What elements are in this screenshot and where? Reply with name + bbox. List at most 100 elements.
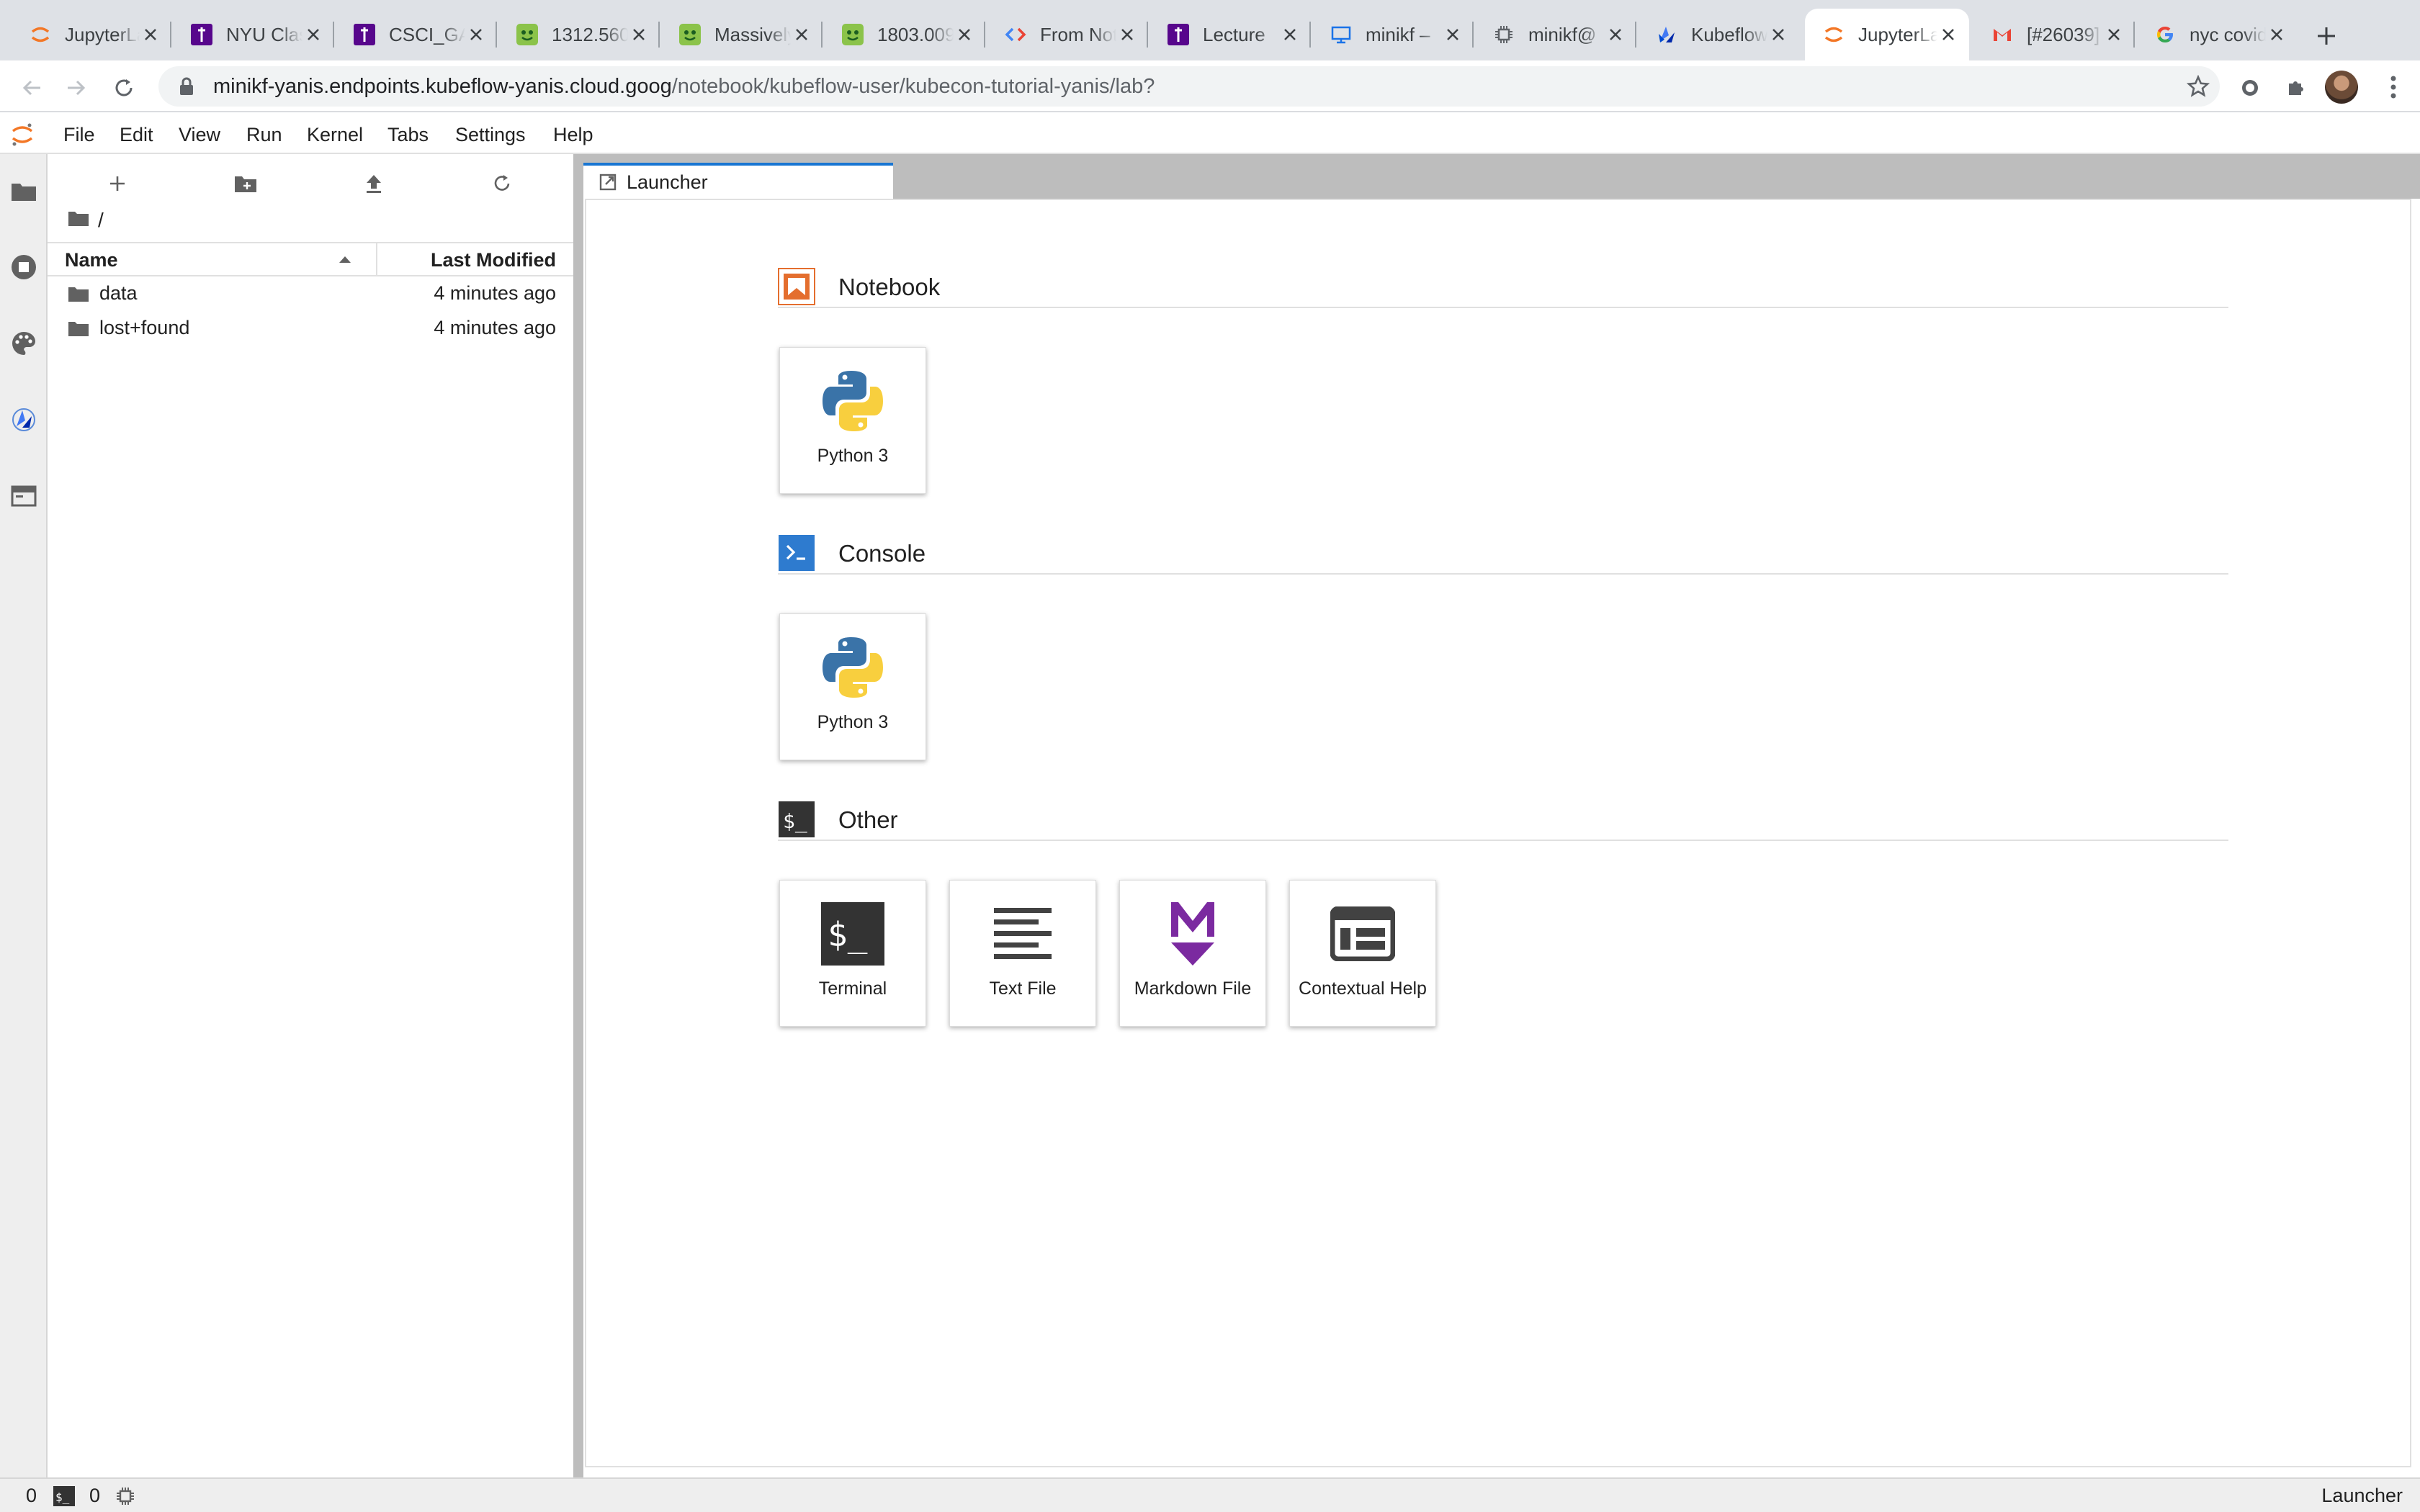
card-text-file[interactable]: Text File: [949, 880, 1096, 1027]
menu-file[interactable]: File: [63, 121, 95, 149]
svg-text:$_: $_: [828, 915, 868, 954]
folder-icon: [68, 322, 89, 336]
palette-icon[interactable]: [6, 325, 42, 361]
card-label: Contextual Help: [1299, 978, 1427, 999]
close-tab-icon[interactable]: [1605, 24, 1626, 45]
kernel-count[interactable]: 0: [26, 1485, 37, 1507]
upload-icon[interactable]: [356, 166, 392, 202]
browser-tab[interactable]: Lecture: [1150, 9, 1311, 60]
panel-resize-handle[interactable]: [573, 154, 583, 1477]
browser-tab[interactable]: 1803.00933: [824, 9, 985, 60]
column-name-header[interactable]: Name: [65, 249, 118, 271]
extensions-puzzle-icon[interactable]: [2282, 73, 2311, 102]
column-divider[interactable]: [376, 243, 377, 276]
more-options-icon[interactable]: [2377, 71, 2410, 104]
close-tab-icon[interactable]: [1937, 24, 1959, 45]
close-tab-icon[interactable]: [140, 24, 161, 45]
sort-ascending-icon[interactable]: [339, 255, 351, 264]
tab-separator: [821, 22, 823, 48]
forward-arrow-icon[interactable]: [59, 71, 94, 105]
close-tab-icon[interactable]: [954, 24, 975, 45]
browser-tab[interactable]: nyc covid: [2136, 9, 2298, 60]
folder-icon: [68, 287, 89, 302]
browser-tab[interactable]: CSCI_GA: [336, 9, 497, 60]
file-browser-folder-icon[interactable]: [6, 173, 42, 209]
bookmark-star-icon[interactable]: [2185, 73, 2211, 99]
card-label: Python 3: [817, 712, 889, 732]
menu-settings[interactable]: Settings: [455, 121, 526, 149]
running-sessions-icon[interactable]: [6, 249, 42, 285]
close-tab-icon[interactable]: [465, 24, 487, 45]
close-tab-icon[interactable]: [1116, 24, 1138, 45]
browser-tab[interactable]: NYU Classes: [173, 9, 334, 60]
close-tab-icon[interactable]: [1767, 24, 1789, 45]
new-folder-icon[interactable]: [228, 166, 264, 202]
browser-tab[interactable]: JupyterLab: [12, 9, 171, 60]
kernel-status-chip-icon[interactable]: [115, 1486, 135, 1506]
card-markdown-file[interactable]: Markdown File: [1119, 880, 1266, 1027]
profile-avatar[interactable]: [2325, 71, 2358, 104]
tab-separator: [1635, 22, 1636, 48]
url-path: /notebook/kubeflow-user/kubecon-tutorial…: [671, 74, 1155, 98]
browser-tab[interactable]: 1312.5602: [498, 9, 660, 60]
close-tab-icon[interactable]: [302, 24, 324, 45]
file-row-lost-found[interactable]: lost+found 4 minutes ago: [48, 311, 573, 346]
address-bar[interactable]: minikf-yanis.endpoints.kubeflow-yanis.cl…: [158, 66, 2220, 107]
menu-run[interactable]: Run: [246, 121, 282, 149]
close-tab-icon[interactable]: [2266, 24, 2287, 45]
file-list-header: Name Last Modified: [48, 242, 573, 276]
menu-edit[interactable]: Edit: [120, 121, 153, 149]
file-modified: 4 minutes ago: [434, 282, 556, 304]
section-title: Other: [838, 806, 898, 833]
browser-tab[interactable]: minikf@: [1475, 9, 1636, 60]
card-notebook-python3[interactable]: Python 3: [779, 347, 926, 494]
tab-separator: [170, 22, 171, 48]
tab-launcher[interactable]: Launcher: [583, 163, 893, 199]
browser-tab[interactable]: Massively: [661, 9, 823, 60]
nyu-icon: [190, 23, 213, 46]
card-label: Terminal: [818, 978, 887, 999]
file-browser-panel: / Name Last Modified data 4 minutes ago …: [48, 154, 573, 1477]
column-modified-header[interactable]: Last Modified: [431, 249, 556, 271]
menu-view[interactable]: View: [179, 121, 220, 149]
browser-tab[interactable]: Kubeflow: [1638, 9, 1799, 60]
close-tab-icon[interactable]: [628, 24, 650, 45]
menu-tabs[interactable]: Tabs: [387, 121, 429, 149]
browser-tab-active[interactable]: JupyterLab: [1805, 9, 1969, 60]
card-contextual-help[interactable]: Contextual Help: [1289, 880, 1436, 1027]
card-console-python3[interactable]: Python 3: [779, 613, 926, 760]
breadcrumb: /: [68, 206, 104, 235]
close-tab-icon[interactable]: [2103, 24, 2125, 45]
lock-icon[interactable]: [176, 76, 197, 97]
contextual-help-icon: [1325, 896, 1400, 971]
card-label: Markdown File: [1134, 978, 1252, 999]
jupyter-logo-icon: [12, 123, 33, 146]
breadcrumb-path[interactable]: /: [98, 209, 104, 232]
tab-separator: [984, 22, 985, 48]
arxiv-icon: [678, 23, 702, 46]
python-icon: [815, 364, 890, 438]
reload-icon[interactable]: [107, 71, 141, 105]
card-terminal[interactable]: $_ Terminal: [779, 880, 926, 1027]
kubeflow-kale-icon[interactable]: [6, 402, 42, 438]
tabs-panel-icon[interactable]: [6, 478, 42, 514]
back-arrow-icon[interactable]: [14, 71, 49, 105]
browser-tab[interactable]: minikf –: [1312, 9, 1474, 60]
menu-help[interactable]: Help: [553, 121, 593, 149]
close-tab-icon[interactable]: [791, 24, 812, 45]
menu-kernel[interactable]: Kernel: [307, 121, 363, 149]
main-tab-bar: Launcher: [583, 154, 2420, 199]
extension-circle-icon[interactable]: [2236, 73, 2264, 102]
browser-tab[interactable]: [#26039]: [1973, 9, 2135, 60]
card-label: Python 3: [817, 446, 889, 466]
terminal-status-icon[interactable]: $_: [53, 1486, 75, 1506]
new-launcher-plus-icon[interactable]: [99, 166, 135, 202]
close-tab-icon[interactable]: [1279, 24, 1301, 45]
close-tab-icon[interactable]: [1442, 24, 1464, 45]
browser-tab[interactable]: From Notebook: [987, 9, 1148, 60]
refresh-icon[interactable]: [484, 166, 520, 202]
breadcrumb-home-folder-icon[interactable]: [68, 209, 89, 232]
new-tab-icon[interactable]: [2309, 19, 2344, 53]
file-row-data[interactable]: data 4 minutes ago: [48, 276, 573, 311]
terminal-count[interactable]: 0: [89, 1485, 100, 1507]
